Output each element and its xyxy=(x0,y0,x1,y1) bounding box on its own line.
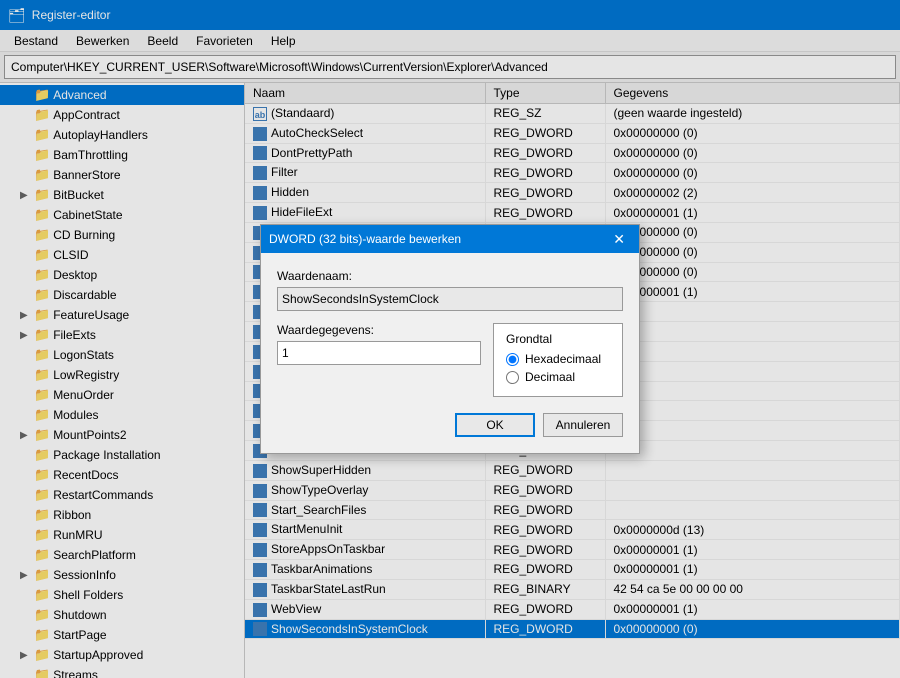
dialog-close-button[interactable]: ✕ xyxy=(607,230,631,248)
dialog-title-bar: DWORD (32 bits)-waarde bewerken ✕ xyxy=(261,225,639,253)
ok-button[interactable]: OK xyxy=(455,413,535,437)
dialog-body: Waardenaam: Waardegegevens: Grondtal Hex… xyxy=(261,253,639,453)
name-label: Waardenaam: xyxy=(277,269,623,283)
name-input xyxy=(277,287,623,311)
hex-label[interactable]: Hexadecimaal xyxy=(525,352,601,366)
radix-title: Grondtal xyxy=(506,332,610,346)
dec-radio[interactable] xyxy=(506,371,519,384)
hex-radio-row: Hexadecimaal xyxy=(506,352,610,366)
dialog-overlay: DWORD (32 bits)-waarde bewerken ✕ Waarde… xyxy=(0,0,900,678)
dec-radio-row: Decimaal xyxy=(506,370,610,384)
dialog-title: DWORD (32 bits)-waarde bewerken xyxy=(269,232,461,246)
dialog-row: Waardegegevens: Grondtal Hexadecimaal De… xyxy=(277,323,623,397)
value-section: Waardegegevens: xyxy=(277,323,481,377)
data-input[interactable] xyxy=(277,341,481,365)
edit-dword-dialog: DWORD (32 bits)-waarde bewerken ✕ Waarde… xyxy=(260,224,640,454)
cancel-button[interactable]: Annuleren xyxy=(543,413,623,437)
dialog-buttons: OK Annuleren xyxy=(277,413,623,437)
data-label: Waardegegevens: xyxy=(277,323,481,337)
hex-radio[interactable] xyxy=(506,353,519,366)
dec-label[interactable]: Decimaal xyxy=(525,370,575,384)
radix-section: Grondtal Hexadecimaal Decimaal xyxy=(493,323,623,397)
